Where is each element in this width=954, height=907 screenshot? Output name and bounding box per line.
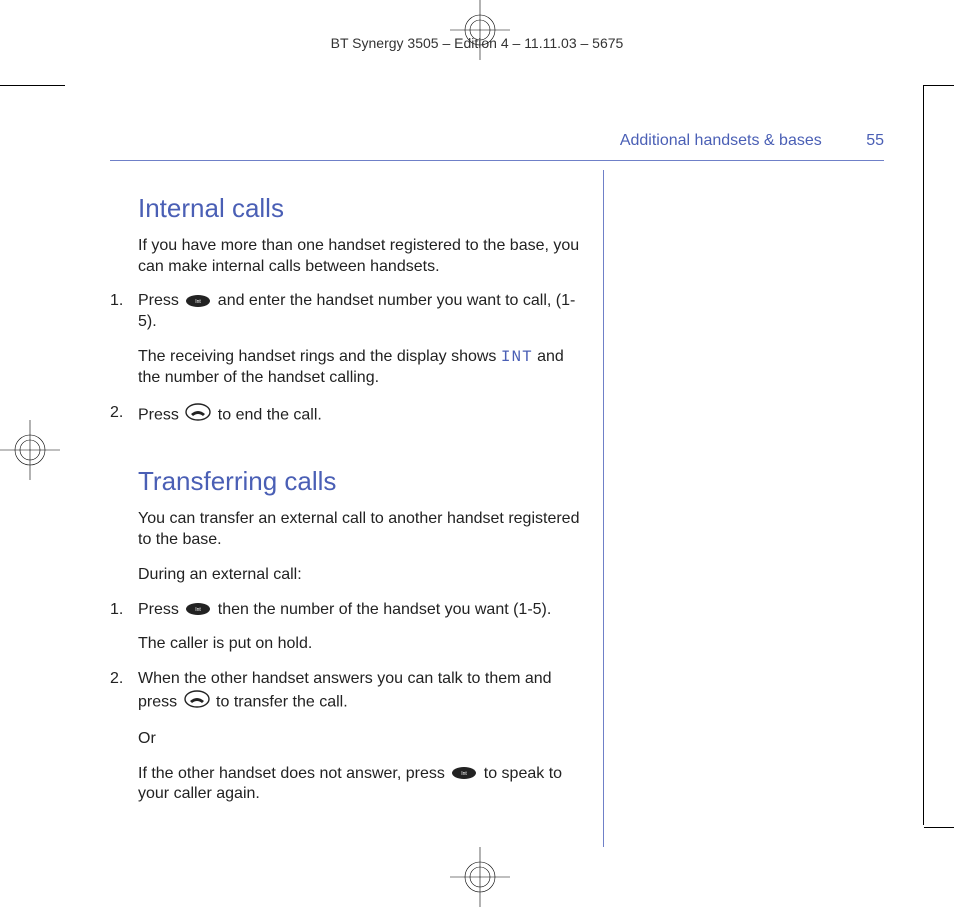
step-number: 1. — [110, 291, 138, 388]
registration-mark-icon — [0, 420, 60, 480]
svg-text:Int: Int — [196, 299, 202, 305]
crop-rule — [0, 85, 65, 86]
svg-text:Int: Int — [462, 771, 468, 777]
step-number: 2. — [110, 669, 138, 805]
page-number: 55 — [866, 132, 884, 150]
crop-rule — [923, 85, 924, 825]
int-button-icon: Int — [185, 602, 211, 616]
step-number: 1. — [110, 600, 138, 656]
svg-text:Int: Int — [196, 607, 202, 613]
margin-column — [604, 170, 884, 847]
header-rule — [110, 160, 884, 161]
step-text: Press Int then the number of the handset… — [138, 600, 585, 656]
section-heading-internal-calls: Internal calls — [138, 192, 585, 226]
crop-rule — [924, 85, 954, 86]
end-call-button-icon — [185, 403, 211, 428]
step-text: Press Int and enter the handset number y… — [138, 291, 585, 388]
document-header: BT Synergy 3505 – Edition 4 – 11.11.03 –… — [0, 35, 954, 51]
int-button-icon: Int — [185, 294, 211, 308]
step-text: When the other handset answers you can t… — [138, 669, 585, 805]
running-head-section: Additional handsets & bases — [620, 132, 822, 149]
section-heading-transferring-calls: Transferring calls — [138, 465, 585, 499]
registration-mark-icon — [450, 0, 510, 60]
crop-rule — [924, 827, 954, 828]
step-number: 2. — [110, 403, 138, 428]
end-call-button-icon — [184, 690, 210, 715]
body-text: During an external call: — [138, 565, 585, 586]
step-text: Press to end the call. — [138, 403, 585, 428]
display-code: INT — [501, 348, 533, 366]
registration-mark-icon — [450, 847, 510, 907]
main-text-column: Internal calls If you have more than one… — [110, 170, 604, 847]
body-text: If you have more than one handset regist… — [138, 236, 585, 278]
int-button-icon: Int — [451, 766, 477, 780]
body-text: You can transfer an external call to ano… — [138, 509, 585, 551]
